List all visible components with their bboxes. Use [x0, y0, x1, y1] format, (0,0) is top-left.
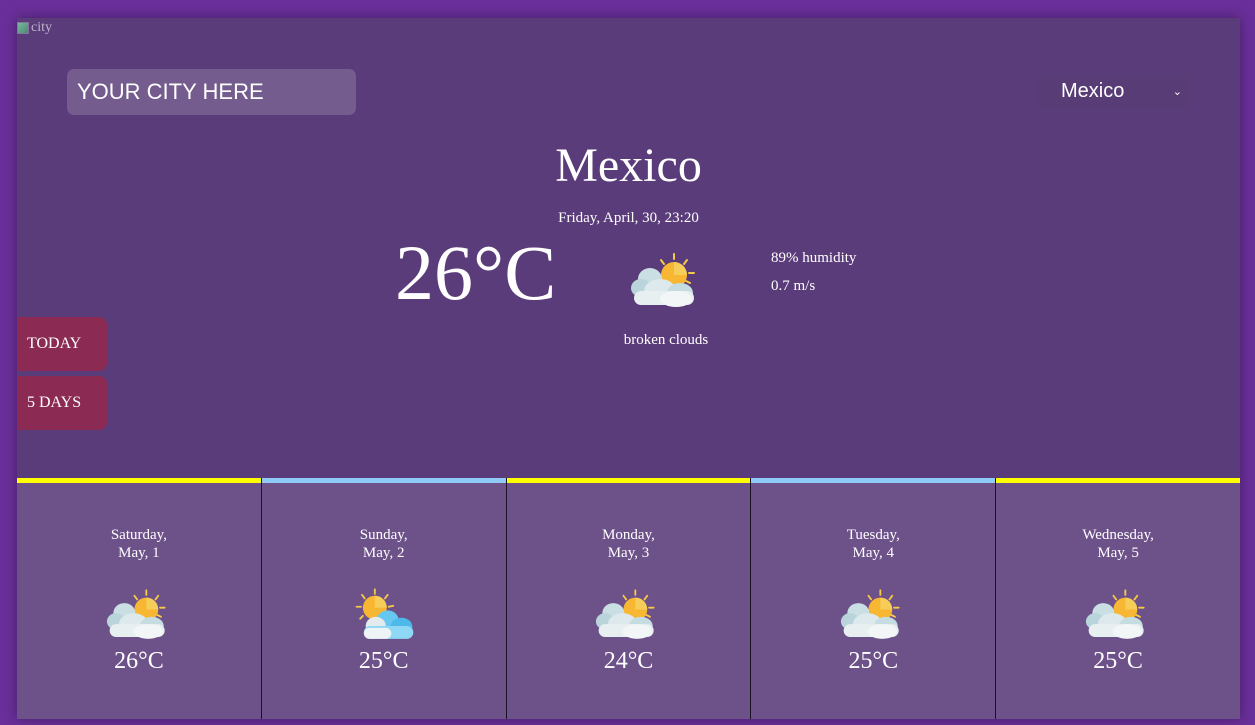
weather-description: broken clouds: [623, 332, 709, 348]
forecast-temp: 25°C: [1093, 648, 1143, 674]
forecast-accent-bar: [506, 478, 751, 483]
sun-cloud-blue-icon: [351, 586, 417, 644]
city-background-image: city: [17, 20, 52, 36]
cloud-sun-icon: [840, 586, 906, 644]
forecast-card: Wednesday, May, 5 25°C: [996, 478, 1240, 719]
country-select-value: Mexico: [1061, 80, 1125, 102]
forecast-temp: 24°C: [603, 648, 654, 674]
image-alt-text: city: [31, 20, 52, 35]
forecast-card: Tuesday, May, 4 25°C: [751, 478, 997, 719]
broken-image-icon: [17, 22, 29, 34]
forecast-accent-bar: [261, 478, 506, 483]
forecast-card: Sunday, May, 2 25°C: [261, 478, 507, 719]
forecast-day: Wednesday, May, 5: [1082, 527, 1154, 561]
today-button[interactable]: TODAY: [17, 317, 107, 371]
weather-app: city Mexico ⌄ Mexico Friday, April, 30, …: [17, 18, 1240, 719]
city-title: Mexico: [555, 139, 702, 192]
forecast-accent-bar: [17, 478, 261, 483]
chevron-down-icon: ⌄: [1172, 86, 1182, 98]
forecast-day: Sunday, May, 2: [359, 527, 408, 561]
five-days-button[interactable]: 5 DAYS: [17, 376, 107, 430]
cloud-sun-icon: [630, 251, 702, 311]
forecast-day: Monday, May, 3: [602, 527, 655, 561]
forecast-day: Tuesday, May, 4: [846, 527, 900, 561]
country-select[interactable]: Mexico ⌄: [1037, 74, 1190, 109]
current-temperature: 26°C: [395, 229, 557, 316]
forecast-temp: 25°C: [358, 648, 409, 674]
forecast-strip: Saturday, May, 1 26°C Sunday, May, 2 25°C …: [17, 478, 1240, 719]
forecast-day: Saturday, May, 1: [110, 527, 167, 561]
forecast-temp: 26°C: [114, 648, 164, 674]
humidity-value: 89% humidity: [771, 250, 857, 266]
city-search-input[interactable]: [67, 69, 356, 115]
forecast-temp: 25°C: [848, 648, 899, 674]
wind-speed-value: 0.7 m/s: [771, 278, 816, 294]
forecast-card: Monday, May, 3 24°C: [506, 478, 752, 719]
forecast-accent-bar: [751, 478, 996, 483]
cloud-sun-icon: [106, 586, 172, 644]
current-datetime: Friday, April, 30, 23:20: [558, 210, 699, 226]
cloud-sun-icon: [1085, 586, 1151, 644]
forecast-card: Saturday, May, 1 26°C: [17, 478, 262, 719]
forecast-accent-bar: [996, 478, 1240, 483]
cloud-sun-icon: [595, 586, 661, 644]
